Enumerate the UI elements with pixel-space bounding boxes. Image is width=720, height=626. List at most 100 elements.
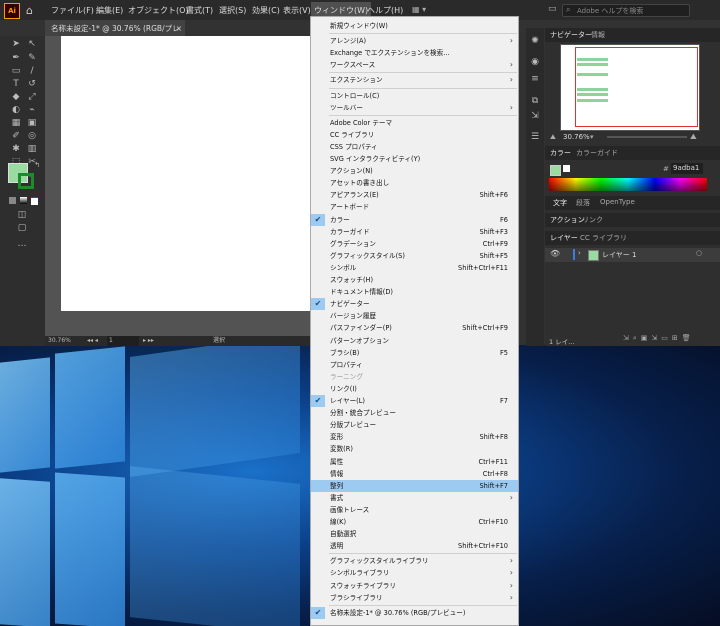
mesh-tool-icon[interactable]: ▦: [11, 118, 21, 128]
tab-navigator[interactable]: ナビゲーター: [550, 30, 592, 40]
zoom-out-icon[interactable]: ⛰: [550, 133, 556, 142]
window-menu-item[interactable]: グラフィックスタイルライブラリ ›: [311, 555, 518, 567]
color-mode-icon[interactable]: [9, 197, 16, 204]
tab-color[interactable]: カラー: [550, 148, 571, 158]
layer-target-icon[interactable]: ○: [696, 249, 702, 257]
tab-links[interactable]: リンク: [582, 215, 603, 225]
window-menu-item[interactable]: アートボード: [311, 201, 518, 213]
window-menu-item[interactable]: 新規ウィンドウ(W): [311, 20, 518, 32]
type-tool-icon[interactable]: T: [11, 79, 21, 89]
blend-tool-icon[interactable]: ◎: [27, 131, 37, 141]
window-menu-item[interactable]: プロパティ: [311, 359, 518, 371]
export-icon[interactable]: ⇲: [530, 111, 540, 121]
tab-layers[interactable]: レイヤー: [550, 233, 578, 243]
help-search-input[interactable]: Adobe ヘルプを検索: [562, 4, 690, 17]
align-icon[interactable]: ☰: [530, 132, 540, 142]
window-menu-item[interactable]: ドキュメント情報(D): [311, 286, 518, 298]
window-menu-item[interactable]: 透明 Shift+Ctrl+F10: [311, 540, 518, 552]
window-menu-item[interactable]: グラフィックスタイル(S) Shift+F5: [311, 250, 518, 262]
window-menu-item[interactable]: リンク(I): [311, 383, 518, 395]
window-menu-item[interactable]: アセットの書き出し: [311, 177, 518, 189]
window-menu-item[interactable]: 属性 Ctrl+F11: [311, 456, 518, 468]
rectangle-tool-icon[interactable]: ▭: [11, 66, 21, 76]
window-menu-item[interactable]: 変数(R): [311, 443, 518, 455]
direct-selection-tool-icon[interactable]: ↖: [27, 39, 37, 49]
window-menu-item[interactable]: 自動選択: [311, 528, 518, 540]
window-menu-item[interactable]: カラーガイド Shift+F3: [311, 226, 518, 238]
window-menu-item[interactable]: ワークスペース ›: [311, 59, 518, 71]
menu-type[interactable]: 書式(T): [186, 5, 213, 16]
menu-select[interactable]: 選択(S): [219, 5, 246, 16]
window-menu-item[interactable]: CSS プロパティ: [311, 141, 518, 153]
navigator-zoom[interactable]: 30.76%: [563, 133, 590, 141]
eyedropper-tool-icon[interactable]: ✐: [11, 131, 21, 141]
window-menu-item[interactable]: SVG インタラクティビティ(Y): [311, 153, 518, 165]
color-fill-swatch[interactable]: [550, 165, 561, 176]
window-menu-item[interactable]: 情報 Ctrl+F8: [311, 468, 518, 480]
window-menu-item[interactable]: グラデーション Ctrl+F9: [311, 238, 518, 250]
menu-help[interactable]: ヘルプ(H): [367, 5, 403, 16]
window-menu-item[interactable]: シンボルライブラリ ›: [311, 567, 518, 579]
width-tool-icon[interactable]: ⌁: [27, 105, 37, 115]
eraser-tool-icon[interactable]: ◆: [11, 92, 21, 102]
graph-tool-icon[interactable]: ▥: [27, 144, 37, 154]
layer-name[interactable]: レイヤー 1: [602, 250, 636, 260]
zoom-level[interactable]: 30.76%: [48, 336, 71, 346]
color-spectrum[interactable]: [549, 178, 707, 191]
menu-view[interactable]: 表示(V): [283, 5, 311, 16]
window-menu-item[interactable]: Adobe Color テーマ: [311, 117, 518, 129]
eye-icon[interactable]: 👁: [550, 249, 560, 258]
menu-file[interactable]: ファイル(F): [51, 5, 94, 16]
tab-info[interactable]: 情報: [591, 30, 605, 40]
zoom-in-icon[interactable]: ⛰: [690, 132, 697, 142]
menu-panel-icon[interactable]: ≡: [530, 74, 540, 84]
window-menu-item[interactable]: ブラシ(B) F5: [311, 347, 518, 359]
document-tab[interactable]: 名称未設定-1* @ 30.76% (RGB/プレビュー) ×: [45, 20, 185, 50]
window-menu-item[interactable]: パターンオプション: [311, 335, 518, 347]
window-menu-item[interactable]: エクステンション ›: [311, 74, 518, 86]
artboard-nav-next-icon[interactable]: ▸ ▸▸: [143, 336, 154, 346]
color-white-swatch[interactable]: [563, 165, 570, 172]
window-menu-item[interactable]: 画像トレース: [311, 504, 518, 516]
more-tools-icon[interactable]: …: [17, 239, 27, 249]
window-menu-item[interactable]: 線(K) Ctrl+F10: [311, 516, 518, 528]
menu-effect[interactable]: 効果(C): [252, 5, 280, 16]
libraries-icon[interactable]: ◉: [530, 57, 540, 67]
window-menu-item[interactable]: ブラシライブラリ ›: [311, 592, 518, 604]
none-mode-icon[interactable]: [31, 197, 38, 205]
screen-mode-icon[interactable]: ▢: [17, 223, 27, 233]
symbol-sprayer-tool-icon[interactable]: ✱: [11, 144, 21, 154]
gradient-mode-icon[interactable]: [20, 197, 27, 204]
scale-tool-icon[interactable]: ⤢: [27, 92, 37, 102]
window-menu-item[interactable]: バージョン履歴: [311, 310, 518, 322]
tab-character[interactable]: 文字: [553, 198, 567, 208]
close-tab-icon[interactable]: ×: [176, 20, 182, 37]
gradient-tool-icon[interactable]: ▣: [27, 118, 37, 128]
hex-input[interactable]: 9adba1: [671, 163, 703, 174]
swap-fill-stroke-icon[interactable]: ↰: [32, 160, 42, 170]
window-menu-item[interactable]: CC ライブラリ: [311, 129, 518, 141]
window-menu-item[interactable]: アレンジ(A) ›: [311, 35, 518, 47]
workspace-switcher-icon[interactable]: ▦ ▾: [412, 5, 426, 14]
window-menu-item[interactable]: シンボル Shift+Ctrl+F11: [311, 262, 518, 274]
stroke-swatch[interactable]: [18, 173, 34, 189]
window-menu-item[interactable]: 整列 Shift+F7: [311, 479, 518, 492]
window-menu-item[interactable]: 分割・統合プレビュー: [311, 407, 518, 419]
window-menu-item[interactable]: ✔ ナビゲーター: [311, 298, 518, 311]
zoom-slider[interactable]: [607, 136, 687, 138]
window-menu-item[interactable]: スウォッチ(H): [311, 274, 518, 286]
artboard-nav-prev-icon[interactable]: ◂◂ ◂: [87, 336, 98, 346]
artboard[interactable]: [61, 36, 310, 311]
shape-builder-tool-icon[interactable]: ◐: [11, 105, 21, 115]
window-menu-item[interactable]: ✔ レイヤー(L) F7: [311, 395, 518, 407]
artboards-icon[interactable]: ⧉: [530, 96, 540, 106]
window-menu-item[interactable]: 書式 ›: [311, 492, 518, 504]
tab-color-guide[interactable]: カラーガイド: [576, 148, 618, 158]
window-menu-item[interactable]: スウォッチライブラリ ›: [311, 580, 518, 592]
tab-cc-libraries[interactable]: CC ライブラリ: [580, 233, 627, 243]
properties-icon[interactable]: ✺: [530, 36, 540, 46]
chevron-down-icon[interactable]: ▾: [590, 133, 594, 141]
tab-opentype[interactable]: OpenType: [600, 198, 635, 206]
home-icon[interactable]: ⌂: [26, 4, 33, 17]
curvature-tool-icon[interactable]: ✎: [27, 53, 37, 63]
